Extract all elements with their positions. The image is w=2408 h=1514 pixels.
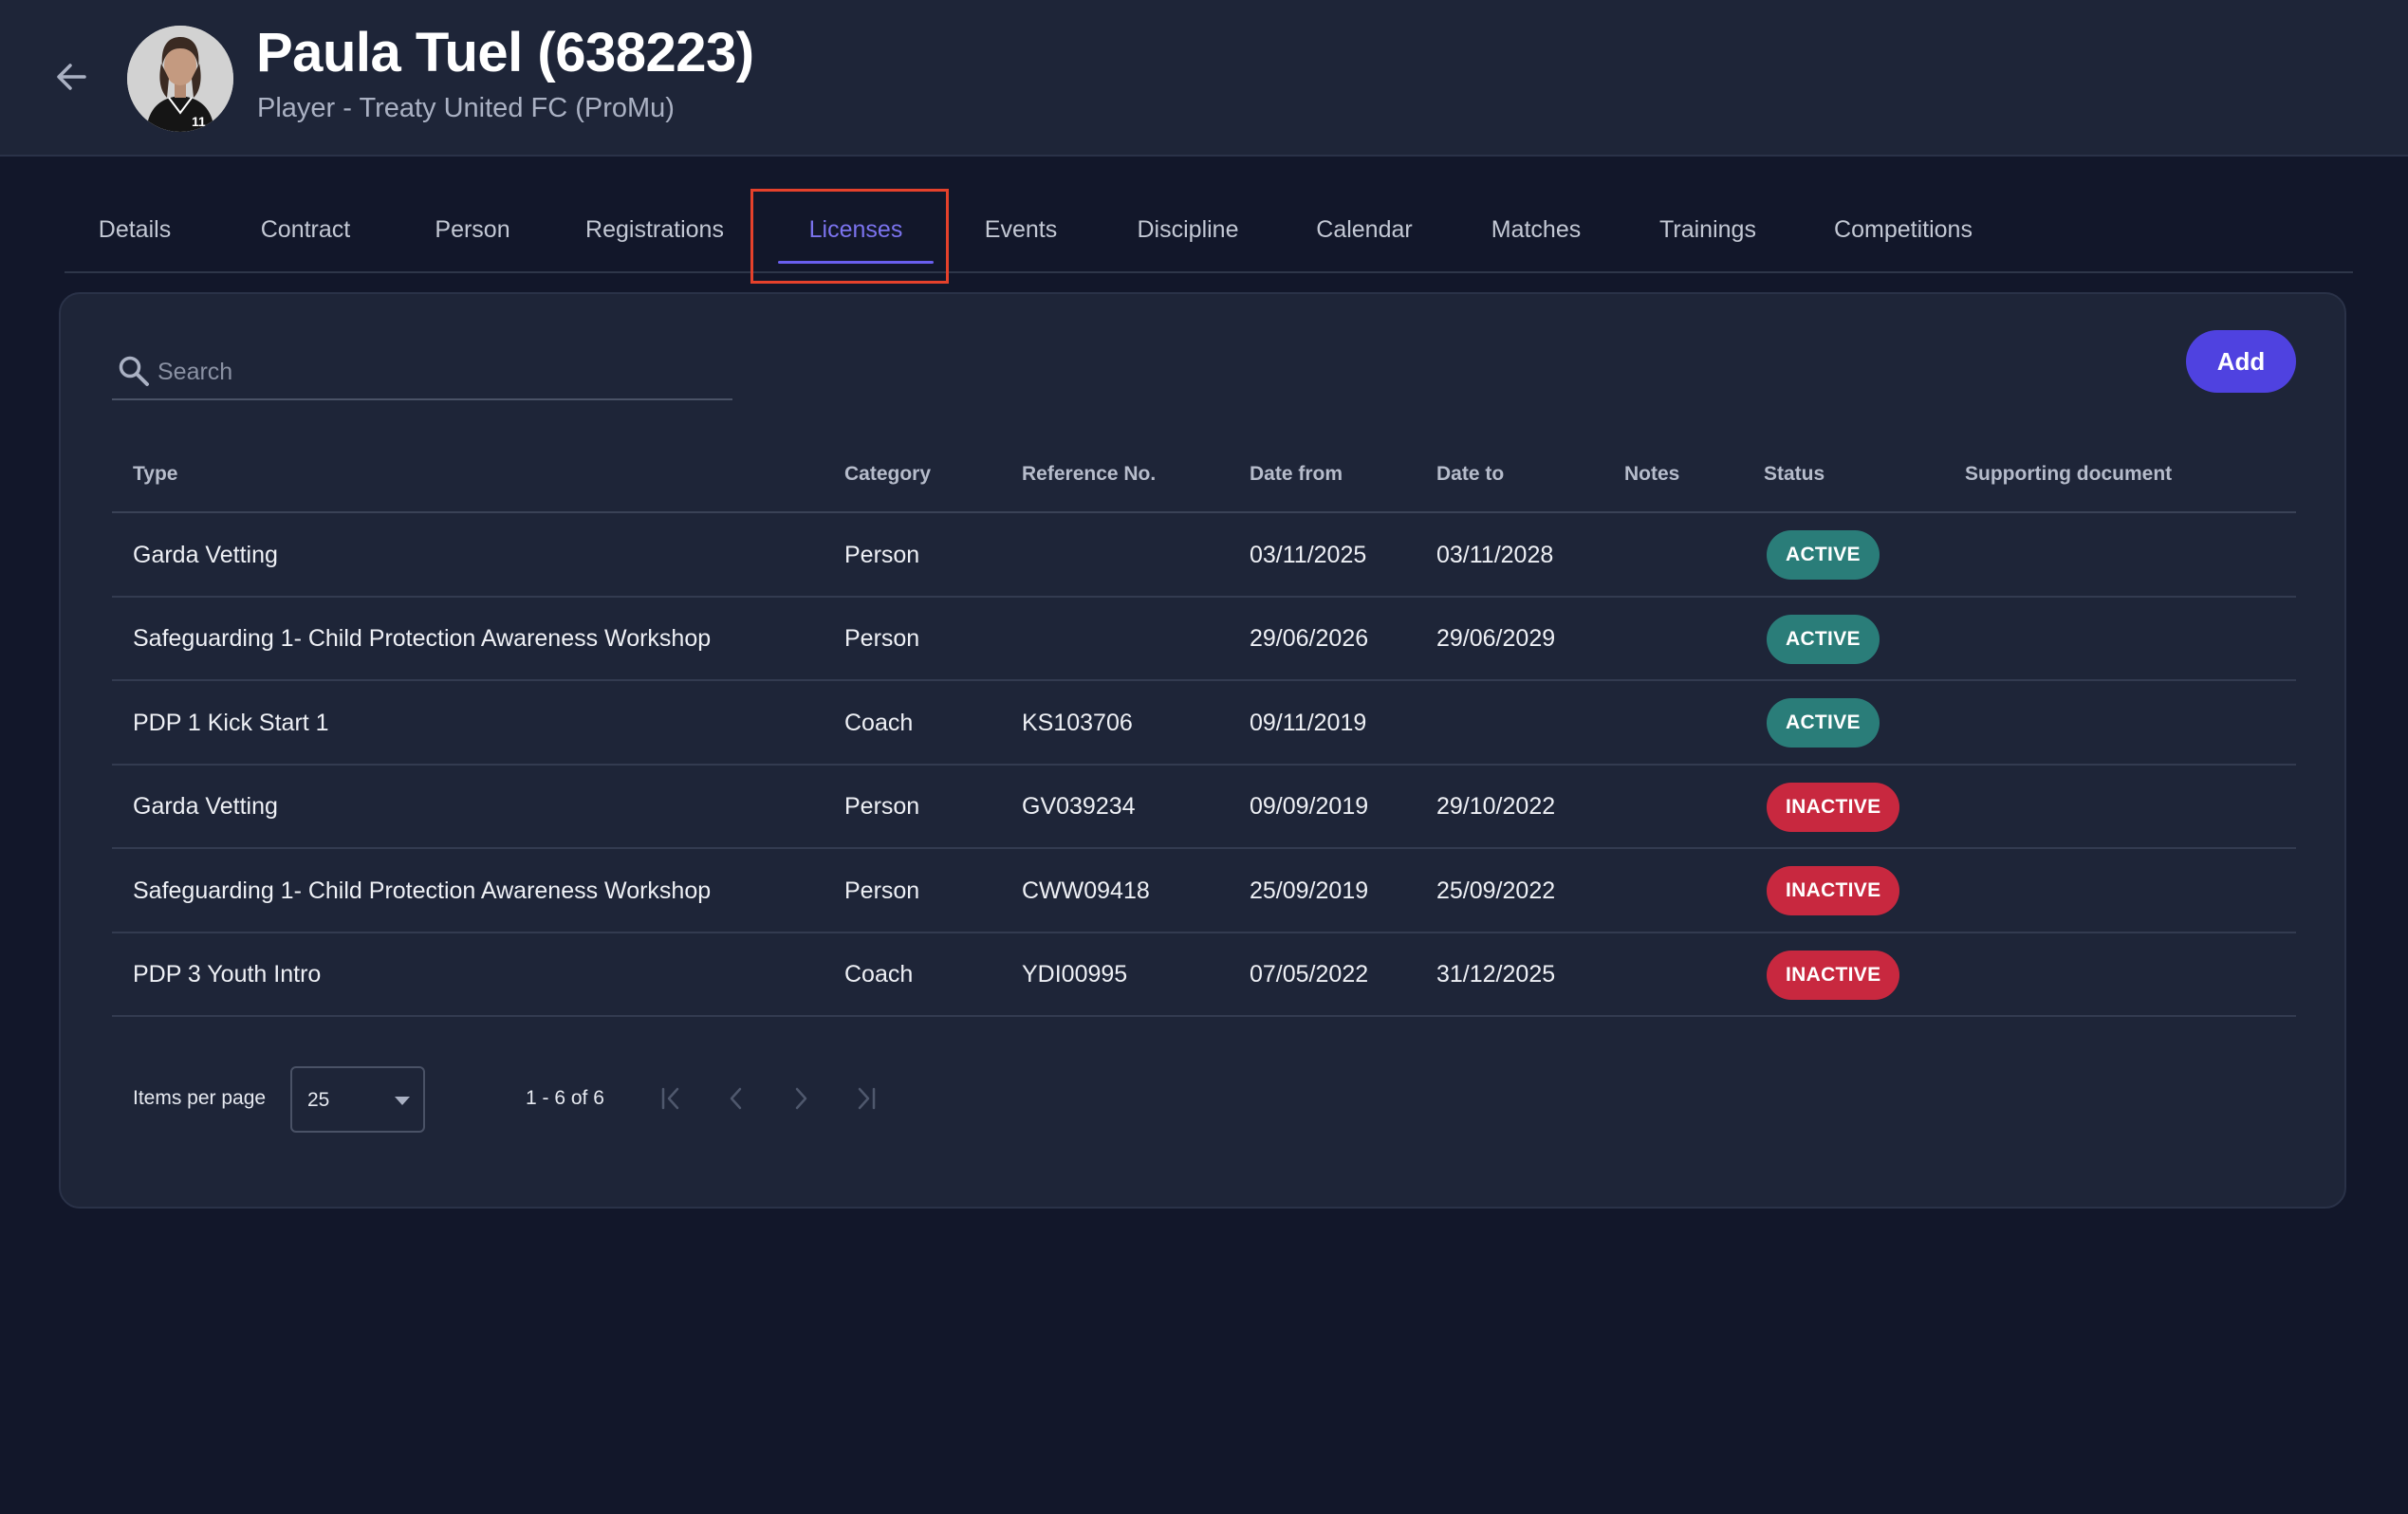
cell-status: INACTIVE [1767,849,1900,932]
cell-type: PDP 1 Kick Start 1 [133,709,329,736]
next-page-button[interactable] [782,1080,820,1117]
column-header-date-to[interactable]: Date to [1436,434,1504,513]
cell-date-from: 07/05/2022 [1250,961,1369,988]
cell-reference: YDI00995 [1022,961,1128,988]
cell-status: ACTIVE [1767,681,1880,765]
tab-registrations[interactable]: Registrations [575,187,734,273]
tab-contract[interactable]: Contract [241,187,370,273]
status-badge: INACTIVE [1767,782,1900,832]
cell-category: Coach [844,709,914,736]
first-page-icon [661,1087,679,1110]
next-page-icon [795,1087,807,1110]
svg-text:11: 11 [192,114,206,129]
cell-reference: CWW09418 [1022,877,1150,904]
first-page-button[interactable] [653,1080,691,1117]
cell-type: PDP 3 Youth Intro [133,961,322,988]
add-button[interactable]: Add [2186,330,2296,393]
cell-category: Person [844,625,920,652]
table-row[interactable]: Garda Vetting Person 03/11/2025 03/11/20… [112,513,2296,598]
tab-details[interactable]: Details [78,187,192,273]
search-icon [119,356,149,386]
table-row[interactable]: Safeguarding 1- Child Protection Awarene… [112,598,2296,681]
cell-status: INACTIVE [1767,933,1900,1017]
cell-date-from: 03/11/2025 [1250,541,1367,568]
cell-type: Safeguarding 1- Child Protection Awarene… [133,877,712,904]
page-title: Paula Tuel (638223) [256,22,754,83]
cell-category: Coach [844,961,914,988]
cell-reference: GV039234 [1022,793,1136,820]
prev-page-icon [730,1087,742,1110]
column-header-reference[interactable]: Reference No. [1022,434,1156,513]
page-range-label: 1 - 6 of 6 [526,1087,604,1109]
cell-date-from: 29/06/2026 [1250,625,1369,652]
tab-discipline[interactable]: Discipline [1116,187,1260,273]
cell-status: INACTIVE [1767,766,1900,849]
active-tab-indicator [778,261,934,264]
tab-competitions[interactable]: Competitions [1818,187,1989,273]
cell-category: Person [844,877,920,904]
status-badge: ACTIVE [1767,614,1880,664]
cell-date-to: 03/11/2028 [1436,541,1554,568]
items-per-page-select[interactable]: 25 [290,1066,425,1133]
search-input[interactable] [157,353,717,391]
chevron-down-icon [395,1097,410,1105]
tab-licenses[interactable]: Licenses [765,187,947,273]
cell-type: Garda Vetting [133,793,278,820]
last-page-icon [858,1087,876,1110]
paginator: Items per page 25 1 - 6 of 6 [112,1066,966,1133]
cell-type: Garda Vetting [133,541,278,568]
items-per-page-label: Items per page [133,1087,267,1109]
table-row[interactable]: Garda Vetting Person GV039234 09/09/2019… [112,766,2296,849]
page-header: 11 Paula Tuel (638223) Player - Treaty U… [0,0,2408,157]
tab-trainings[interactable]: Trainings [1643,187,1772,273]
page-subtitle: Player - Treaty United FC (ProMu) [257,93,675,123]
cell-date-to: 25/09/2022 [1436,877,1556,904]
cell-category: Person [844,793,920,820]
table-row[interactable]: PDP 1 Kick Start 1 Coach KS103706 09/11/… [112,681,2296,766]
column-header-type[interactable]: Type [133,434,177,513]
column-header-date-from[interactable]: Date from [1250,434,1343,513]
cell-status: ACTIVE [1767,513,1880,597]
status-badge: INACTIVE [1767,950,1900,1000]
status-badge: ACTIVE [1767,530,1880,580]
cell-status: ACTIVE [1767,598,1880,681]
status-badge: INACTIVE [1767,866,1900,915]
cell-date-to: 29/10/2022 [1436,793,1556,820]
tab-person[interactable]: Person [417,187,528,273]
search-field [112,342,732,400]
table-header: Type Category Reference No. Date from Da… [112,434,2296,513]
column-header-status[interactable]: Status [1764,434,1825,513]
column-header-notes[interactable]: Notes [1624,434,1679,513]
cell-date-from: 09/11/2019 [1250,709,1367,736]
back-button[interactable] [47,53,95,101]
licenses-panel: Add Type Category Reference No. Date fro… [59,292,2346,1209]
status-badge: ACTIVE [1767,698,1880,748]
tab-events[interactable]: Events [968,187,1074,273]
licenses-table: Type Category Reference No. Date from Da… [112,434,2296,1017]
last-page-button[interactable] [846,1080,884,1117]
column-header-supporting-document[interactable]: Supporting document [1965,434,2172,513]
cell-date-from: 25/09/2019 [1250,877,1369,904]
previous-page-button[interactable] [717,1080,755,1117]
table-row[interactable]: PDP 3 Youth Intro Coach YDI00995 07/05/2… [112,933,2296,1017]
arrow-left-icon [57,64,86,90]
cell-category: Person [844,541,920,568]
cell-date-to: 29/06/2029 [1436,625,1556,652]
tab-calendar[interactable]: Calendar [1298,187,1431,273]
cell-reference: KS103706 [1022,709,1133,736]
tab-matches[interactable]: Matches [1474,187,1598,273]
table-row[interactable]: Safeguarding 1- Child Protection Awarene… [112,849,2296,933]
cell-date-from: 09/09/2019 [1250,793,1369,820]
avatar: 11 [127,26,233,132]
items-per-page-value: 25 [307,1089,330,1111]
cell-type: Safeguarding 1- Child Protection Awarene… [133,625,712,652]
cell-date-to: 31/12/2025 [1436,961,1556,988]
column-header-category[interactable]: Category [844,434,931,513]
tab-bar: Details Contract Person Registrations Li… [65,187,2353,273]
